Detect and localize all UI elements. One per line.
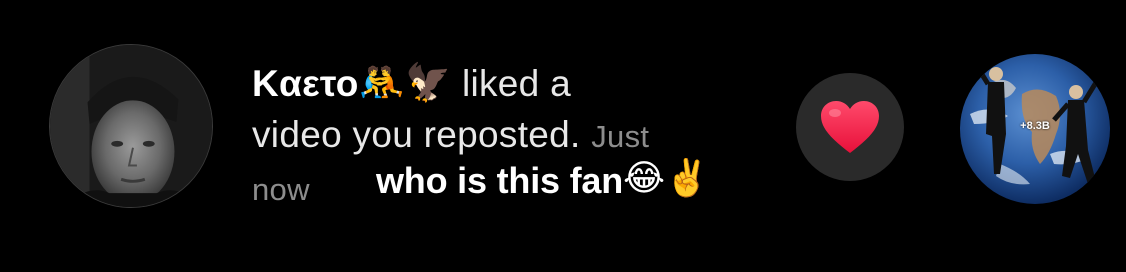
laughing-emoji: 😂 — [623, 157, 665, 199]
caption-text: who is this fan — [376, 160, 624, 201]
like-button[interactable] — [796, 73, 904, 181]
timestamp-2: now — [252, 172, 310, 207]
overlay-caption: who is this fan😂✌️ — [376, 157, 710, 202]
timestamp-1: Just — [591, 119, 650, 154]
view-count: +8.3B — [1020, 120, 1050, 132]
heart-icon — [821, 101, 879, 153]
user-avatar[interactable] — [49, 44, 213, 208]
victory-emoji: ✌️ — [664, 157, 710, 199]
wrestlers-emoji: 🤼 — [358, 61, 405, 103]
username[interactable]: Kαετο — [252, 63, 359, 104]
eagle-emoji: 🦅 — [405, 61, 452, 103]
avatar-photo — [50, 45, 212, 207]
video-thumbnail[interactable]: +8.3B — [960, 54, 1110, 204]
action-text-2: video you reposted. — [252, 114, 581, 155]
action-text-1: liked a — [461, 63, 572, 104]
